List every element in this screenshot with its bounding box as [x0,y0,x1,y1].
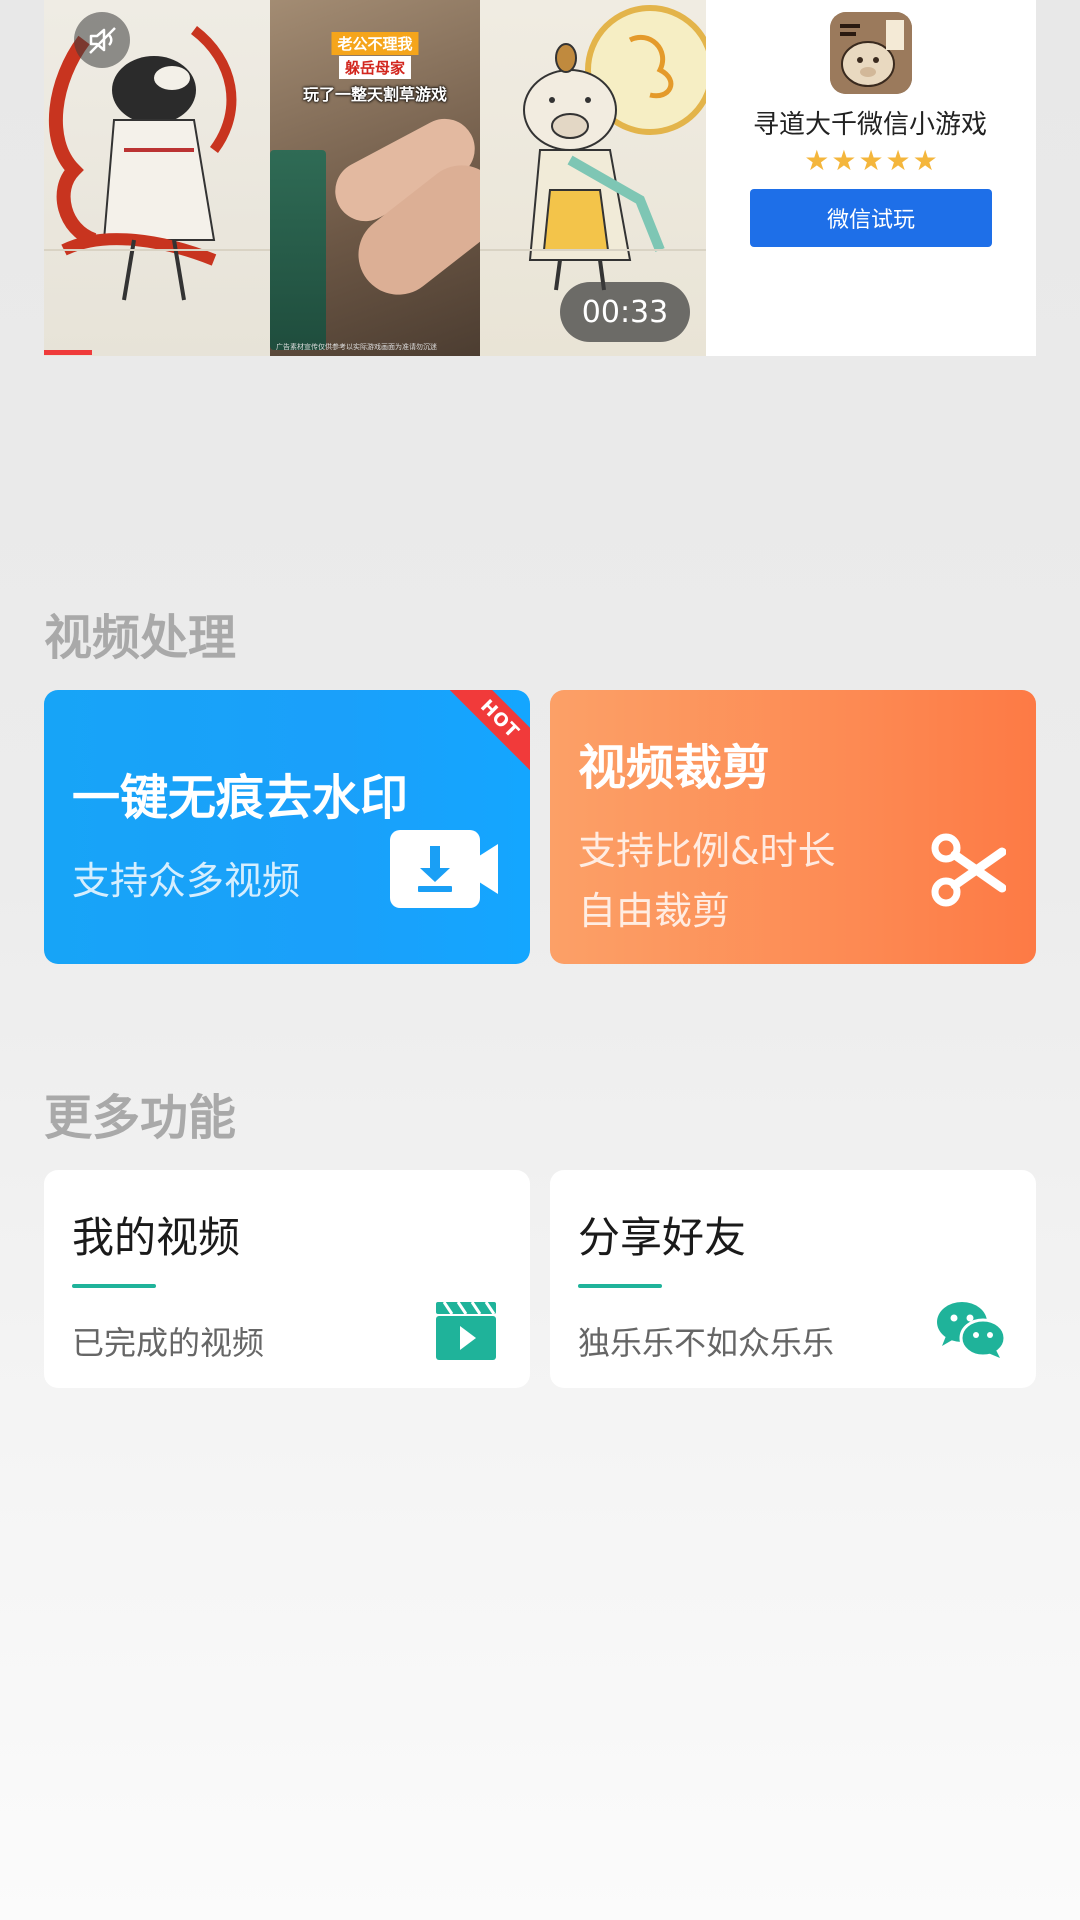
card-title: 我的视频 [72,1213,241,1262]
star-icon: ★ [912,144,938,177]
section-title-video-processing: 视频处理 [44,610,237,666]
video-progress-bar[interactable] [44,350,92,355]
scissors-icon [931,833,1006,907]
ad-video[interactable]: 老公不理我 躲岳母家 玩了一整天割草游戏 广告素材宣传仅供参考以实际游戏画面为准… [44,0,706,356]
star-icon: ★ [831,144,857,177]
wechat-try-button[interactable]: 微信试玩 [750,189,992,247]
mute-button[interactable] [74,12,130,68]
video-caption-1: 老公不理我 [331,32,419,55]
card-subtitle-line-2: 自由裁剪 [578,889,731,933]
video-crop-card[interactable]: 视频裁剪 支持比例&时长 自由裁剪 [550,690,1036,964]
star-icon: ★ [804,144,830,177]
wechat-icon [937,1302,1006,1358]
remove-watermark-card[interactable]: 一键无痕去水印 支持众多视频 HOT [44,690,530,964]
my-videos-card[interactable]: 我的视频 已完成的视频 [44,1170,530,1388]
card-subtitle: 独乐乐不如众乐乐 [578,1324,835,1362]
ad-app-panel: 寻道大千微信小游戏 ★ ★ ★ ★ ★ 微信试玩 [706,0,1036,356]
card-title: 分享好友 [578,1213,747,1262]
video-frame-live-action: 老公不理我 躲岳母家 玩了一整天割草游戏 广告素材宣传仅供参考以实际游戏画面为准… [270,0,480,356]
mute-icon [89,27,116,54]
share-friends-card[interactable]: 分享好友 独乐乐不如众乐乐 [550,1170,1036,1388]
app-name: 寻道大千微信小游戏 [753,110,988,140]
video-clapper-icon [436,1302,496,1360]
phone-screen-image [270,150,326,350]
app-rating: ★ ★ ★ ★ ★ [804,147,938,175]
card-subtitle: 支持众多视频 [72,859,301,903]
card-subtitle: 已完成的视频 [72,1324,265,1362]
star-icon: ★ [858,144,884,177]
video-caption-2: 躲岳母家 [338,56,412,79]
video-caption-3: 玩了一整天割草游戏 [302,85,448,104]
video-download-icon [390,830,498,908]
card-subtitle-line-1: 支持比例&时长 [578,829,836,873]
hot-badge: HOT [446,690,530,773]
accent-divider [72,1284,156,1288]
ad-banner[interactable]: 老公不理我 躲岳母家 玩了一整天割草游戏 广告素材宣传仅供参考以实际游戏画面为准… [44,0,1036,356]
video-footer-text: 广告素材宣传仅供参考以实际游戏画面为准请勿沉迷 [276,343,437,351]
section-title-more: 更多功能 [44,1090,237,1146]
card-title: 视频裁剪 [578,740,771,796]
star-icon: ★ [885,144,911,177]
app-icon[interactable] [830,12,912,94]
accent-divider [578,1284,662,1288]
video-duration: 00:33 [560,282,690,342]
card-title: 一键无痕去水印 [72,770,409,826]
